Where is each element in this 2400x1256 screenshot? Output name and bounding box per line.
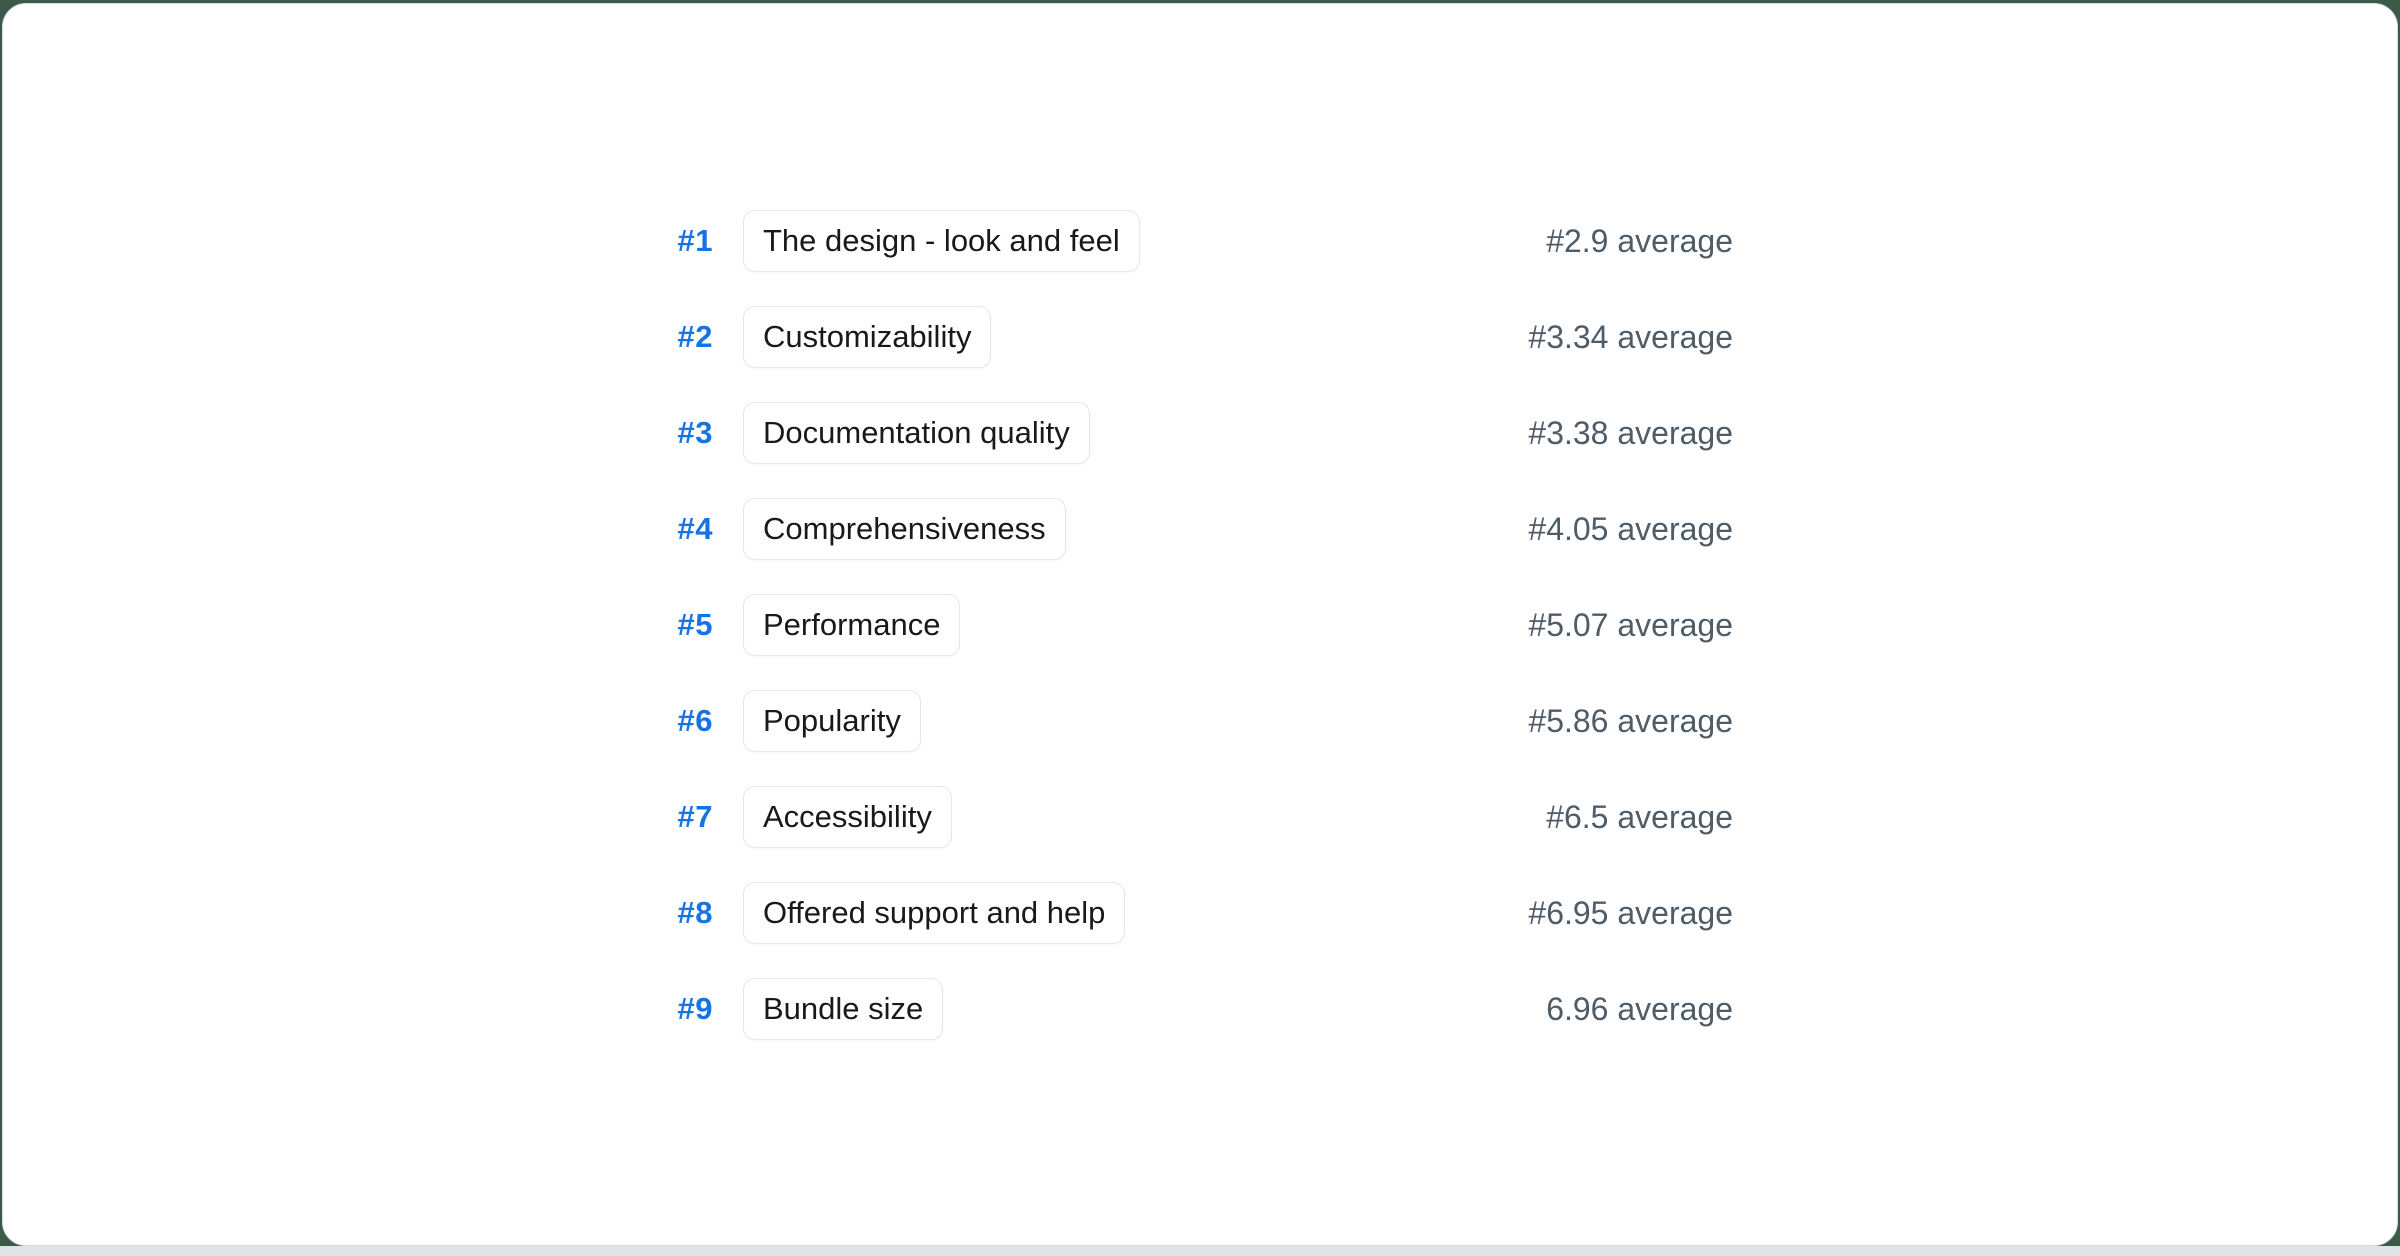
rank-label: #2 <box>667 319 713 355</box>
average-value: #6.95 average <box>1528 895 1733 932</box>
option-label: Bundle size <box>763 991 923 1027</box>
average-value: #4.05 average <box>1528 511 1733 548</box>
option-label: Performance <box>763 607 940 643</box>
option-chip[interactable]: Accessibility <box>743 786 952 848</box>
ranking-row: #5 Performance #5.07 average <box>667 594 1733 656</box>
page-background: #1 The design - look and feel #2.9 avera… <box>0 0 2400 1256</box>
ranking-row: #4 Comprehensiveness #4.05 average <box>667 498 1733 560</box>
ranking-list: #1 The design - look and feel #2.9 avera… <box>667 210 1733 1040</box>
option-chip[interactable]: The design - look and feel <box>743 210 1140 272</box>
ranking-results-card: #1 The design - look and feel #2.9 avera… <box>2 3 2398 1246</box>
option-chip[interactable]: Customizability <box>743 306 991 368</box>
option-label: Offered support and help <box>763 895 1105 931</box>
page-bottom-strip <box>0 1246 2400 1256</box>
option-chip[interactable]: Bundle size <box>743 978 943 1040</box>
average-value: 6.96 average <box>1546 991 1733 1028</box>
rank-label: #7 <box>667 799 713 835</box>
rank-label: #9 <box>667 991 713 1027</box>
ranking-row: #2 Customizability #3.34 average <box>667 306 1733 368</box>
option-chip[interactable]: Offered support and help <box>743 882 1125 944</box>
option-chip[interactable]: Documentation quality <box>743 402 1090 464</box>
rank-label: #5 <box>667 607 713 643</box>
average-value: #5.86 average <box>1528 703 1733 740</box>
average-value: #5.07 average <box>1528 607 1733 644</box>
ranking-row: #9 Bundle size 6.96 average <box>667 978 1733 1040</box>
option-label: Documentation quality <box>763 415 1070 451</box>
option-label: Accessibility <box>763 799 932 835</box>
ranking-row: #7 Accessibility #6.5 average <box>667 786 1733 848</box>
rank-label: #3 <box>667 415 713 451</box>
option-chip[interactable]: Performance <box>743 594 960 656</box>
average-value: #3.38 average <box>1528 415 1733 452</box>
ranking-row: #1 The design - look and feel #2.9 avera… <box>667 210 1733 272</box>
option-label: Popularity <box>763 703 901 739</box>
rank-label: #8 <box>667 895 713 931</box>
average-value: #2.9 average <box>1546 223 1733 260</box>
average-value: #6.5 average <box>1546 799 1733 836</box>
option-label: Comprehensiveness <box>763 511 1046 547</box>
option-chip[interactable]: Popularity <box>743 690 921 752</box>
option-label: The design - look and feel <box>763 223 1120 259</box>
ranking-row: #8 Offered support and help #6.95 averag… <box>667 882 1733 944</box>
rank-label: #1 <box>667 223 713 259</box>
average-value: #3.34 average <box>1528 319 1733 356</box>
option-chip[interactable]: Comprehensiveness <box>743 498 1066 560</box>
ranking-row: #6 Popularity #5.86 average <box>667 690 1733 752</box>
option-label: Customizability <box>763 319 971 355</box>
rank-label: #4 <box>667 511 713 547</box>
rank-label: #6 <box>667 703 713 739</box>
ranking-row: #3 Documentation quality #3.38 average <box>667 402 1733 464</box>
